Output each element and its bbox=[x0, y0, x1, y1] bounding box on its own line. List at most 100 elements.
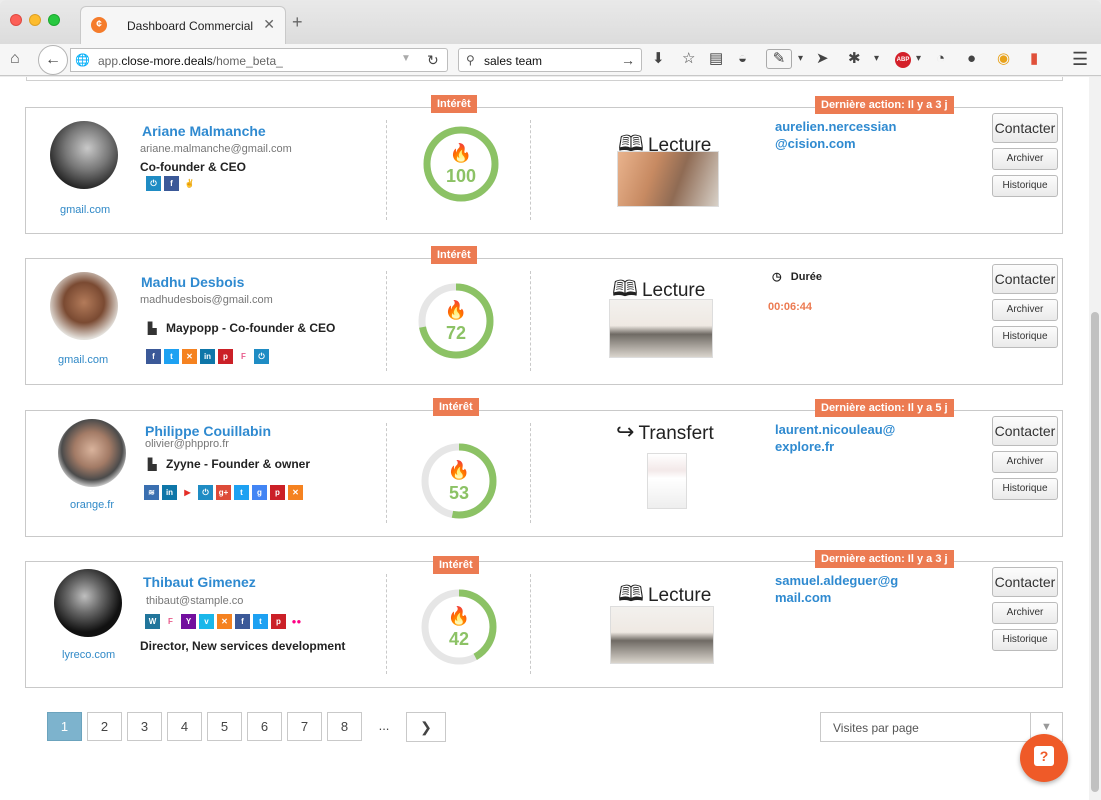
archiver-button[interactable]: Archiver bbox=[992, 148, 1058, 170]
archiver-button[interactable]: Archiver bbox=[992, 299, 1058, 321]
minimize-window-button[interactable] bbox=[29, 14, 41, 26]
bookmark-star-icon[interactable]: ☆ bbox=[682, 51, 695, 67]
close-tab-icon[interactable]: ✕ bbox=[263, 16, 275, 33]
pinterest-icon[interactable]: p bbox=[271, 614, 286, 629]
page-button[interactable]: 7 bbox=[287, 712, 322, 741]
search-bar[interactable]: ⚲ sales team → bbox=[458, 48, 642, 72]
extension-icon[interactable]: ◉ bbox=[997, 51, 1010, 67]
xing-icon[interactable]: ✕ bbox=[182, 349, 197, 364]
send-icon[interactable]: ➤ bbox=[816, 51, 829, 67]
angellist-icon[interactable]: ✌ bbox=[182, 176, 197, 191]
page-button[interactable]: 3 bbox=[127, 712, 162, 741]
reading-list-icon[interactable]: ▤ bbox=[709, 51, 723, 67]
lead-domain[interactable]: gmail.com bbox=[60, 204, 110, 216]
twitter-icon[interactable]: t bbox=[164, 349, 179, 364]
historique-button[interactable]: Historique bbox=[992, 478, 1058, 500]
lead-name[interactable]: Thibaut Gimenez bbox=[143, 574, 256, 590]
google-icon[interactable]: g bbox=[252, 485, 267, 500]
zoom-window-button[interactable] bbox=[48, 14, 60, 26]
page-button[interactable]: 8 bbox=[327, 712, 362, 741]
chevron-down-icon[interactable]: ▾ bbox=[916, 51, 921, 67]
facebook-icon[interactable]: f bbox=[235, 614, 250, 629]
vimeo-icon[interactable]: v bbox=[199, 614, 214, 629]
flickr-icon[interactable]: ●● bbox=[289, 614, 304, 629]
lead-name[interactable]: Philippe Couillabin bbox=[145, 423, 271, 439]
google-plus-icon[interactable]: g+ bbox=[216, 485, 231, 500]
search-input[interactable]: sales team bbox=[484, 54, 542, 68]
arrow-right-icon[interactable]: → bbox=[621, 52, 635, 68]
page-button[interactable]: 2 bbox=[87, 712, 122, 741]
visits-per-page-select[interactable]: Visites par page ▼ bbox=[820, 712, 1063, 742]
twitter-icon[interactable]: t bbox=[253, 614, 268, 629]
document-thumbnail[interactable] bbox=[647, 453, 687, 509]
contact-email[interactable]: laurent.nicouleau@ explore.fr bbox=[775, 421, 895, 455]
contact-email[interactable]: aurelien.nercessian @cision.com bbox=[775, 118, 896, 152]
xing-icon[interactable]: ✕ bbox=[288, 485, 303, 500]
lead-name[interactable]: Ariane Malmanche bbox=[142, 123, 266, 139]
new-tab-icon[interactable]: + bbox=[292, 13, 303, 31]
power-icon[interactable]: ⏻ bbox=[254, 349, 269, 364]
historique-button[interactable]: Historique bbox=[992, 629, 1058, 651]
history-icon[interactable]: ◔ bbox=[936, 51, 945, 67]
youtube-icon[interactable]: ▶ bbox=[180, 485, 195, 500]
pinterest-icon[interactable]: p bbox=[218, 349, 233, 364]
browser-tab[interactable]: ¢ Dashboard Commercial ✕ bbox=[80, 6, 286, 44]
pinterest-icon[interactable]: p bbox=[270, 485, 285, 500]
page-button[interactable]: 5 bbox=[207, 712, 242, 741]
download-icon[interactable]: ⬇ bbox=[652, 51, 665, 67]
linkedin-icon[interactable]: in bbox=[200, 349, 215, 364]
wordpress-icon[interactable]: W bbox=[145, 614, 160, 629]
bee-icon[interactable]: ✱ bbox=[848, 51, 861, 67]
contacter-button[interactable]: Contacter bbox=[992, 567, 1058, 597]
page-button[interactable]: 4 bbox=[167, 712, 202, 741]
scrollbar-track[interactable] bbox=[1089, 77, 1101, 800]
avatar[interactable] bbox=[54, 569, 122, 637]
archiver-button[interactable]: Archiver bbox=[992, 451, 1058, 473]
document-thumbnail[interactable] bbox=[610, 606, 714, 664]
contacter-button[interactable]: Contacter bbox=[992, 264, 1058, 294]
eyedropper-icon[interactable]: ✎ bbox=[766, 49, 792, 69]
pocket-icon[interactable]: ◒ bbox=[738, 51, 747, 67]
lead-domain[interactable]: lyreco.com bbox=[62, 649, 115, 661]
scrollbar-thumb[interactable] bbox=[1091, 312, 1099, 792]
avatar[interactable] bbox=[58, 419, 126, 487]
phone-icon[interactable]: ▮ bbox=[1030, 51, 1038, 67]
avatar[interactable] bbox=[50, 121, 118, 189]
historique-button[interactable]: Historique bbox=[992, 175, 1058, 197]
yahoo-icon[interactable]: Y bbox=[181, 614, 196, 629]
linkedin-icon[interactable]: in bbox=[162, 485, 177, 500]
page-button[interactable]: 1 bbox=[47, 712, 82, 741]
chevron-down-icon[interactable]: ▼ bbox=[401, 53, 411, 64]
twitter-icon[interactable]: t bbox=[234, 485, 249, 500]
reload-icon[interactable]: ↻ bbox=[427, 52, 439, 69]
document-thumbnail[interactable] bbox=[609, 299, 713, 358]
foursquare-icon[interactable]: F bbox=[236, 349, 251, 364]
lead-domain[interactable]: gmail.com bbox=[58, 354, 108, 366]
facebook-icon[interactable]: f bbox=[164, 176, 179, 191]
power-icon[interactable]: ⏻ bbox=[146, 176, 161, 191]
archiver-button[interactable]: Archiver bbox=[992, 602, 1058, 624]
back-button[interactable]: ← bbox=[38, 45, 68, 75]
next-page-button[interactable]: ❯ bbox=[406, 712, 446, 742]
rss-icon[interactable]: ≋ bbox=[144, 485, 159, 500]
hamburger-menu-icon[interactable]: ☰ bbox=[1072, 50, 1088, 68]
chevron-down-icon[interactable]: ▾ bbox=[798, 51, 803, 67]
historique-button[interactable]: Historique bbox=[992, 326, 1058, 348]
lead-name[interactable]: Madhu Desbois bbox=[141, 274, 244, 290]
url-bar[interactable]: 🌐 app.close-more.deals/home_beta_ ▼ ↻ bbox=[70, 48, 448, 72]
contacter-button[interactable]: Contacter bbox=[992, 113, 1058, 143]
contacter-button[interactable]: Contacter bbox=[992, 416, 1058, 446]
facebook-icon[interactable]: f bbox=[146, 349, 161, 364]
document-thumbnail[interactable] bbox=[617, 151, 719, 207]
help-chat-button[interactable]: ? bbox=[1020, 734, 1068, 782]
foursquare-icon[interactable]: F bbox=[163, 614, 178, 629]
avatar[interactable] bbox=[50, 272, 118, 340]
home-icon[interactable]: ⌂ bbox=[10, 50, 20, 68]
adblock-icon[interactable]: ABP bbox=[895, 52, 911, 68]
page-button[interactable]: 6 bbox=[247, 712, 282, 741]
close-window-button[interactable] bbox=[10, 14, 22, 26]
power-icon[interactable]: ⏻ bbox=[198, 485, 213, 500]
chat-icon[interactable]: ● bbox=[967, 51, 976, 67]
lead-domain[interactable]: orange.fr bbox=[70, 499, 114, 511]
contact-email[interactable]: samuel.aldeguer@g mail.com bbox=[775, 572, 898, 606]
